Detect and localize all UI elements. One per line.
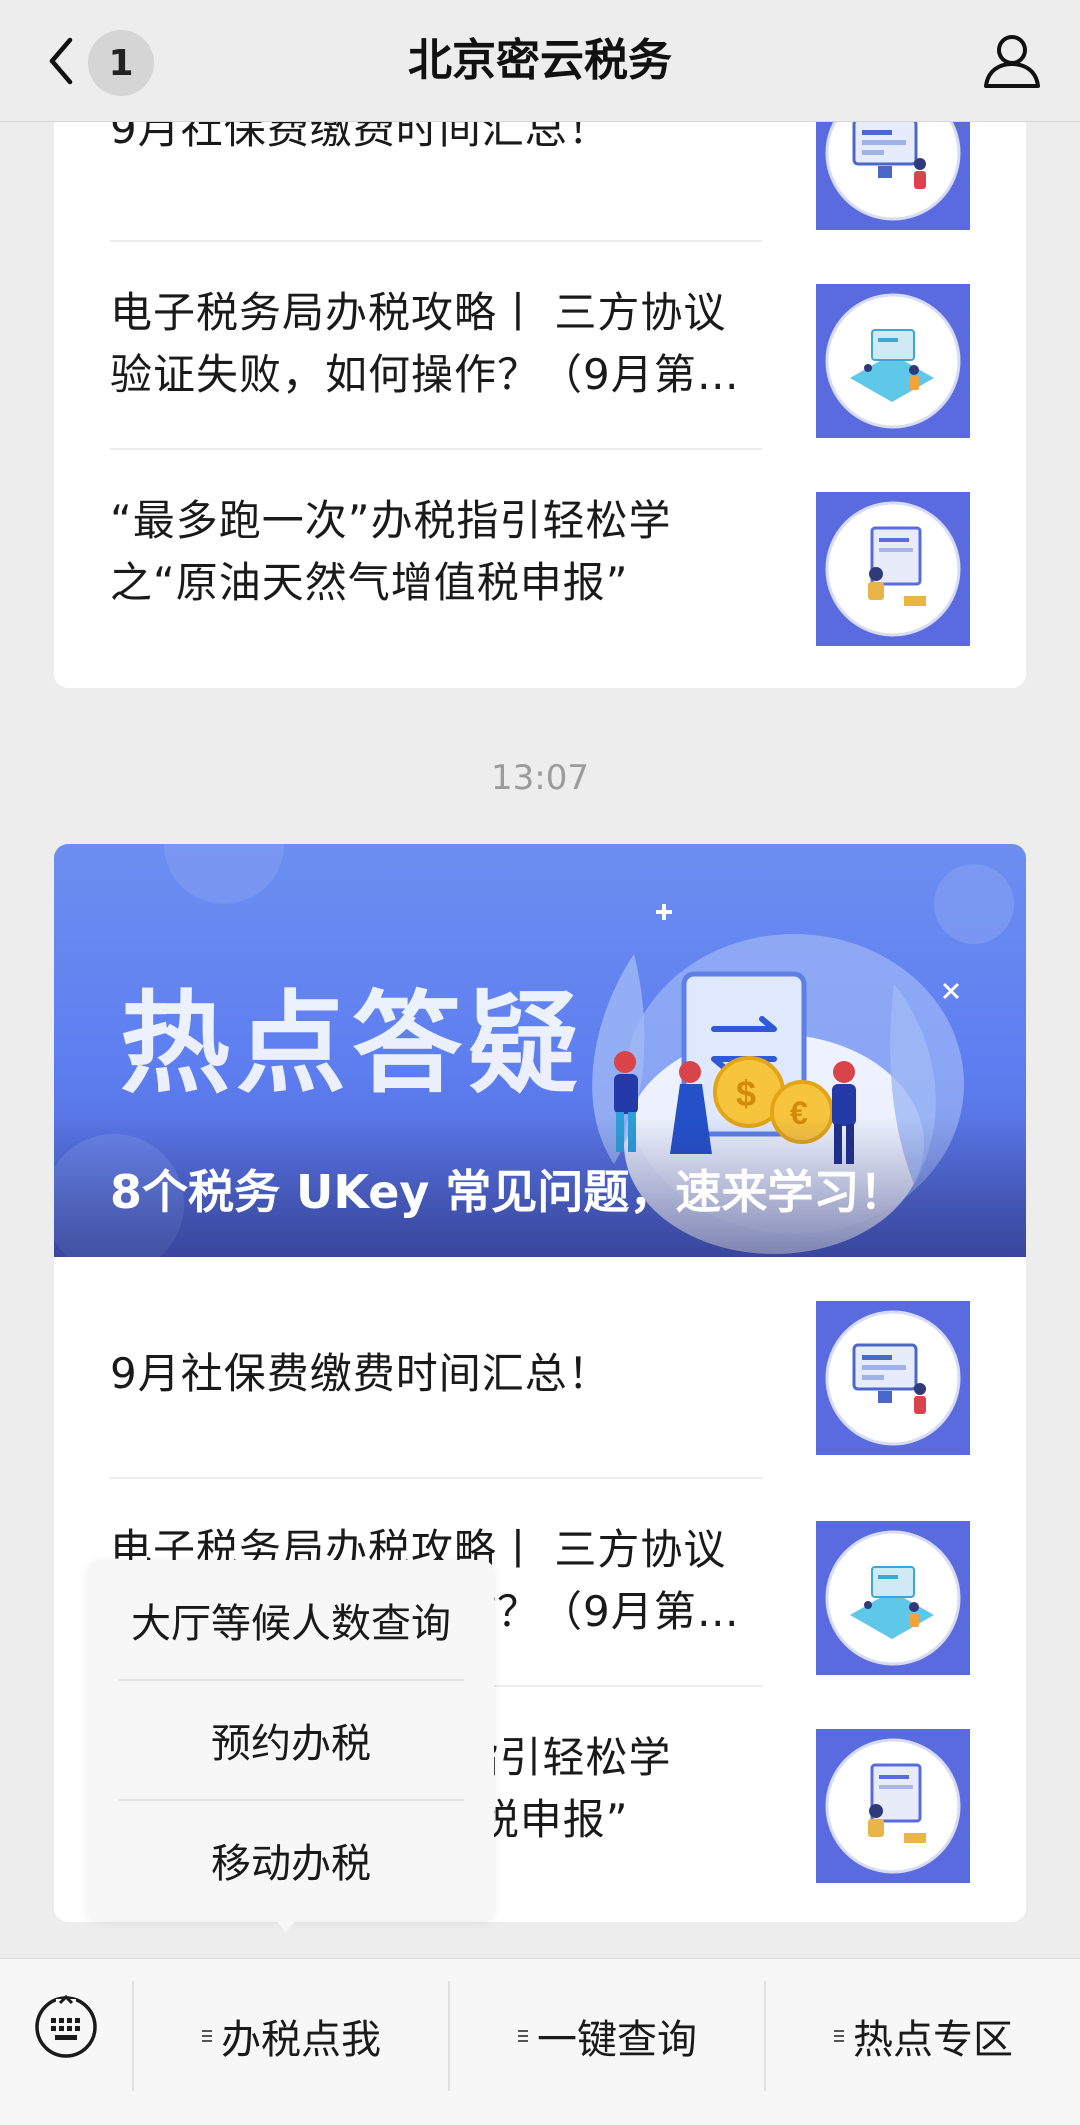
article-thumbnail [816, 1301, 970, 1455]
popup-pointer [272, 1916, 300, 1932]
article-thumbnail [816, 284, 970, 438]
navigation-bar: 1 北京密云税务 [0, 0, 1080, 122]
menu-lines-icon [834, 2030, 844, 2042]
article-message-card: 9月社保费缴费时间汇总！ 电子税务局办税攻略丨 三方协议验证失败，如何操作？（9… [54, 60, 1026, 688]
menu-button-quick-query[interactable]: 一键查询 [450, 1981, 764, 2091]
menu-button-tax-service[interactable]: 办税点我 [134, 1981, 448, 2091]
article-title: 9月社保费缴费时间汇总！ [110, 1349, 611, 1398]
profile-button[interactable] [980, 28, 1044, 92]
menu-item-waiting-query[interactable]: 大厅等候人数查询 [88, 1560, 494, 1680]
bottom-menu-bar: 办税点我 一键查询 热点专区 [0, 1958, 1080, 2125]
computer-illustration-icon [816, 1301, 970, 1455]
divider [110, 1477, 762, 1479]
dashboard-illustration-icon [816, 1521, 970, 1675]
divider [110, 240, 762, 242]
menu-button-label: 热点专区 [853, 2017, 1013, 2063]
featured-article-cover[interactable]: $ € 热点答疑 8个税务 UKey 常见问题，速来学习！ [54, 844, 1026, 1257]
article-thumbnail [816, 492, 970, 646]
keyboard-toggle-button[interactable] [34, 1994, 98, 2059]
article-item[interactable]: 9月社保费缴费时间汇总！ [54, 1257, 1026, 1465]
menu-lines-icon [518, 2030, 528, 2042]
article-item[interactable]: 电子税务局办税攻略丨 三方协议验证失败，如何操作？（9月第… [54, 240, 1026, 448]
divider [110, 448, 762, 450]
submenu-popup: 大厅等候人数查询 预约办税 移动办税 [88, 1560, 494, 1920]
worker-illustration-icon [816, 1729, 970, 1883]
message-timestamp: 13:07 [491, 758, 589, 798]
menu-lines-icon [202, 2030, 212, 2042]
cover-heading: 热点答疑 [120, 980, 584, 1108]
menu-item-appointment[interactable]: 预约办税 [88, 1680, 494, 1800]
article-thumbnail [816, 1521, 970, 1675]
svg-text:$: $ [736, 1073, 756, 1114]
article-item[interactable]: “最多跑一次”办税指引轻松学之“原油天然气增值税申报” [54, 448, 1026, 656]
worker-illustration-icon [816, 492, 970, 646]
user-icon [984, 35, 1040, 88]
article-title: “最多跑一次”办税指引轻松学之“原油天然气增值税申报” [110, 496, 672, 607]
menu-button-label: 一键查询 [537, 2017, 697, 2063]
page-title: 北京密云税务 [408, 35, 672, 86]
article-thumbnail [816, 1729, 970, 1883]
featured-article-title: 8个税务 UKey 常见问题，速来学习！ [110, 1165, 906, 1219]
menu-button-hot-topics[interactable]: 热点专区 [766, 1981, 1080, 2091]
article-title: 电子税务局办税攻略丨 三方协议验证失败，如何操作？（9月第… [110, 288, 740, 399]
menu-item-mobile-tax[interactable]: 移动办税 [88, 1800, 494, 1920]
menu-button-label: 办税点我 [221, 2017, 381, 2063]
dashboard-illustration-icon [816, 284, 970, 438]
keyboard-icon [35, 1994, 97, 2058]
